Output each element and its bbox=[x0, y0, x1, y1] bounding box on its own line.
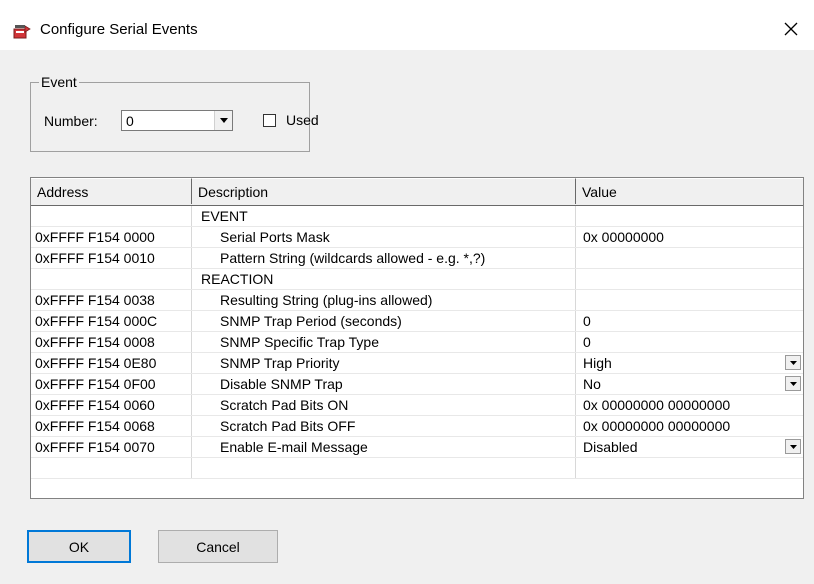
description-cell: Disable SNMP Trap bbox=[192, 374, 576, 394]
value-cell[interactable] bbox=[576, 206, 803, 226]
used-checkbox[interactable] bbox=[263, 114, 276, 127]
table-row[interactable]: 0xFFFF F154 0F00 Disable SNMP Trap No bbox=[31, 374, 803, 395]
address-cell: 0xFFFF F154 0F00 bbox=[31, 374, 192, 394]
chevron-down-icon bbox=[789, 444, 797, 449]
value-cell[interactable]: 0x 00000000 00000000 bbox=[576, 395, 803, 415]
address-cell bbox=[31, 206, 192, 226]
value-dropdown-button[interactable] bbox=[785, 355, 801, 370]
address-cell: 0xFFFF F154 0060 bbox=[31, 395, 192, 415]
address-cell bbox=[31, 458, 192, 478]
table-row[interactable]: 0xFFFF F154 0008 SNMP Specific Trap Type 0 bbox=[31, 332, 803, 353]
value-cell[interactable]: 0 bbox=[576, 311, 803, 331]
table-row[interactable]: 0xFFFF F154 0E80 SNMP Trap Priority High bbox=[31, 353, 803, 374]
value-cell[interactable]: No bbox=[576, 374, 803, 394]
value-dropdown-button[interactable] bbox=[785, 376, 801, 391]
value-text: Disabled bbox=[583, 439, 638, 455]
table-row[interactable]: REACTION bbox=[31, 269, 803, 290]
table-row[interactable]: 0xFFFF F154 000C SNMP Trap Period (second… bbox=[31, 311, 803, 332]
value-cell[interactable]: 0x 00000000 bbox=[576, 227, 803, 247]
table-row[interactable]: 0xFFFF F154 0068 Scratch Pad Bits OFF 0x 0… bbox=[31, 416, 803, 437]
event-legend: Event bbox=[39, 74, 79, 90]
value-cell[interactable] bbox=[576, 248, 803, 268]
value-text: 0 bbox=[583, 334, 591, 350]
address-cell: 0xFFFF F154 0000 bbox=[31, 227, 192, 247]
table-row[interactable]: 0xFFFF F154 0070 Enable E-mail Message Dis… bbox=[31, 437, 803, 458]
chevron-down-icon bbox=[789, 360, 797, 365]
table-row[interactable]: 0xFFFF F154 0038 Resulting String (plug-i… bbox=[31, 290, 803, 311]
value-text: 0x 00000000 bbox=[583, 229, 664, 245]
number-value: 0 bbox=[126, 113, 134, 129]
address-cell: 0xFFFF F154 0E80 bbox=[31, 353, 192, 373]
column-header-description[interactable]: Description bbox=[192, 178, 576, 204]
value-text: High bbox=[583, 355, 612, 371]
event-groupbox: Event Number: 0 Used bbox=[30, 74, 319, 152]
description-cell: REACTION bbox=[192, 269, 576, 289]
address-cell: 0xFFFF F154 0038 bbox=[31, 290, 192, 310]
address-cell bbox=[31, 269, 192, 289]
description-cell: Pattern String (wildcards allowed - e.g.… bbox=[192, 248, 576, 268]
serial-port-icon bbox=[13, 25, 31, 39]
value-cell[interactable] bbox=[576, 269, 803, 289]
value-text: No bbox=[583, 376, 601, 392]
number-dropdown-button[interactable] bbox=[214, 111, 232, 130]
address-cell: 0xFFFF F154 000C bbox=[31, 311, 192, 331]
description-cell: Serial Ports Mask bbox=[192, 227, 576, 247]
chevron-down-icon bbox=[219, 118, 228, 123]
address-cell: 0xFFFF F154 0008 bbox=[31, 332, 192, 352]
value-text: 0x 00000000 00000000 bbox=[583, 418, 731, 434]
column-header-value[interactable]: Value bbox=[576, 178, 803, 204]
cancel-button[interactable]: Cancel bbox=[158, 530, 278, 563]
table-row[interactable]: 0xFFFF F154 0000 Serial Ports Mask 0x 0000… bbox=[31, 227, 803, 248]
close-button[interactable] bbox=[768, 12, 814, 46]
value-cell[interactable]: 0 bbox=[576, 332, 803, 352]
value-text: 0x 00000000 00000000 bbox=[583, 397, 731, 413]
title-bar: Configure Serial Events bbox=[0, 0, 814, 50]
event-grid: Address Description Value EVENT 0xFFFF F1… bbox=[30, 177, 804, 499]
ok-button[interactable]: OK bbox=[27, 530, 131, 563]
value-cell[interactable] bbox=[576, 290, 803, 310]
address-cell: 0xFFFF F154 0070 bbox=[31, 437, 192, 457]
table-row[interactable]: EVENT bbox=[31, 206, 803, 227]
value-cell[interactable]: Disabled bbox=[576, 437, 803, 457]
number-label: Number: bbox=[44, 113, 98, 129]
value-text: 0 bbox=[583, 313, 591, 329]
description-cell: SNMP Specific Trap Type bbox=[192, 332, 576, 352]
table-row[interactable]: 0xFFFF F154 0060 Scratch Pad Bits ON 0x 00… bbox=[31, 395, 803, 416]
description-cell: SNMP Trap Priority bbox=[192, 353, 576, 373]
description-cell: Scratch Pad Bits ON bbox=[192, 395, 576, 415]
value-cell[interactable]: High bbox=[576, 353, 803, 373]
description-cell: EVENT bbox=[192, 206, 576, 226]
column-header-address[interactable]: Address bbox=[31, 178, 192, 204]
address-cell: 0xFFFF F154 0068 bbox=[31, 416, 192, 436]
description-cell: Resulting String (plug-ins allowed) bbox=[192, 290, 576, 310]
description-cell: Scratch Pad Bits OFF bbox=[192, 416, 576, 436]
value-cell[interactable] bbox=[576, 458, 803, 478]
address-cell: 0xFFFF F154 0010 bbox=[31, 248, 192, 268]
number-combobox[interactable]: 0 bbox=[121, 110, 233, 131]
value-cell[interactable]: 0x 00000000 00000000 bbox=[576, 416, 803, 436]
table-row[interactable] bbox=[31, 458, 803, 479]
close-icon bbox=[784, 22, 798, 36]
description-cell: Enable E-mail Message bbox=[192, 437, 576, 457]
window-title: Configure Serial Events bbox=[40, 21, 198, 38]
description-cell: SNMP Trap Period (seconds) bbox=[192, 311, 576, 331]
value-dropdown-button[interactable] bbox=[785, 439, 801, 454]
used-label[interactable]: Used bbox=[286, 112, 319, 128]
grid-header: Address Description Value bbox=[31, 178, 803, 206]
description-cell bbox=[192, 458, 576, 478]
chevron-down-icon bbox=[789, 381, 797, 386]
table-row[interactable]: 0xFFFF F154 0010 Pattern String (wildcard… bbox=[31, 248, 803, 269]
